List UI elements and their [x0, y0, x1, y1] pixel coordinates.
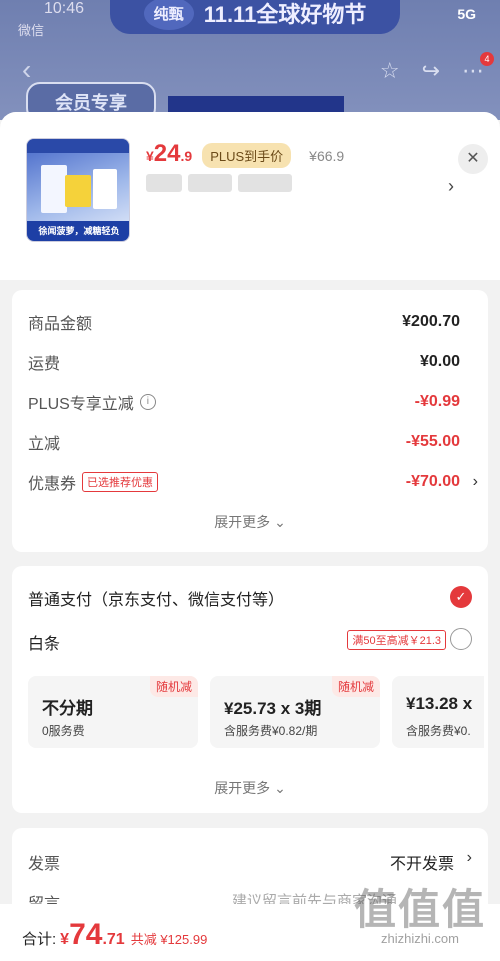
price-row: ¥ 24 .9 PLUS到手价 ¥66.9 [146, 140, 344, 168]
total-integer: 74 [69, 918, 103, 951]
status-network: 5G [457, 6, 476, 22]
product-thumbnail[interactable]: 徐闻菠萝，减糖轻负 [26, 138, 130, 242]
order-sheet: 徐闻菠萝，减糖轻负 ¥ 24 .9 PLUS到手价 ¥66.9 ✕ › 商品金额… [0, 112, 500, 961]
info-icon[interactable]: i [139, 394, 156, 410]
row-label: 运费 [28, 356, 61, 373]
price-currency: ¥ [146, 148, 154, 164]
chevron-right-icon[interactable]: › [448, 176, 454, 197]
product-header: 徐闻菠萝，减糖轻负 ¥ 24 .9 PLUS到手价 ¥66.9 ✕ › [0, 112, 500, 280]
original-price: ¥66.9 [309, 148, 345, 164]
row-value: -¥55.00 [405, 433, 460, 450]
chevron-right-icon[interactable]: › [473, 473, 478, 491]
coupon-tag: 已选推荐优惠 [82, 472, 159, 492]
plan-option[interactable]: ¥13.28 x 含服务费¥0. [392, 676, 484, 748]
amount-card: 商品金额 ¥200.70 运费 ¥0.00 PLUS专享立减 i -¥0.99 … [12, 290, 488, 552]
total-label: 合计: [22, 931, 57, 948]
payment-card: 普通支付（京东支付、微信支付等） ✓ 白条 满50至高减￥21.3 不分期 0服… [12, 566, 488, 813]
invoice-value[interactable]: 不开发票 [390, 850, 454, 874]
brand-logo: 纯甄 [143, 0, 194, 30]
background-page: 纯甄 11.11全球好物节 10:46 微信 5G ‹ 会员专享 ☆ ↪ ⋯ 4 [0, 0, 500, 120]
price-decimal: .9 [180, 148, 193, 164]
row-label: 立减 [28, 436, 61, 453]
row-coupon[interactable]: 优惠券 已选推荐优惠 -¥70.00 › [28, 470, 478, 494]
row-value: ¥0.00 [419, 353, 460, 370]
plus-price-tag: PLUS到手价 [202, 143, 292, 168]
price-integer: 24 [153, 140, 181, 167]
row-value: ¥200.70 [402, 313, 460, 330]
expand-more-button[interactable]: 展开更多 ⌄ [12, 512, 488, 532]
event-banner: 纯甄 11.11全球好物节 [110, 0, 400, 34]
notification-badge: 4 [480, 52, 494, 66]
status-app: 微信 [18, 23, 45, 38]
total-currency: ¥ [60, 931, 70, 948]
row-instant-discount: 立减 -¥55.00 [28, 430, 460, 454]
watermark: 值值值 zhizhizhi.com [354, 876, 486, 946]
close-button[interactable]: ✕ [458, 144, 488, 174]
chevron-down-icon: ⌄ [274, 514, 286, 530]
back-icon[interactable]: ‹ [22, 54, 31, 86]
spec-selector-blurred[interactable] [146, 174, 296, 194]
installment-plans: 不分期 0服务费 随机减 ¥25.73 x 3期 含服务费¥0.82/期 随机减… [28, 676, 484, 748]
row-label: PLUS专享立减 [28, 396, 134, 413]
row-value: -¥0.99 [414, 393, 460, 410]
row-label: 优惠券 [28, 476, 77, 493]
watermark-logo: 值值值 [353, 886, 486, 933]
plan-option[interactable]: ¥25.73 x 3期 含服务费¥0.82/期 随机减 [210, 676, 380, 748]
check-icon[interactable]: ✓ [450, 586, 472, 608]
random-discount-tag: 随机减 [149, 676, 198, 697]
row-shipping: 运费 ¥0.00 [28, 350, 460, 374]
normal-payment-label[interactable]: 普通支付（京东支付、微信支付等） [28, 586, 284, 610]
banner-title: 11.11全球好物节 [203, 2, 367, 27]
baitiao-radio[interactable] [450, 628, 472, 650]
invoice-label: 发票 [28, 856, 61, 873]
baitiao-label[interactable]: 白条 [28, 630, 60, 654]
total-decimal: .71 [102, 931, 125, 948]
row-plus-discount: PLUS专享立减 i -¥0.99 [28, 390, 460, 414]
row-value: -¥70.00 [405, 473, 460, 490]
row-label: 商品金额 [28, 316, 93, 333]
baitiao-promo-tag: 满50至高减￥21.3 [347, 630, 446, 650]
share-icon[interactable]: ↪ [422, 58, 440, 84]
row-goods-amount: 商品金额 ¥200.70 [28, 310, 460, 334]
expand-more-button[interactable]: 展开更多 ⌄ [12, 778, 488, 798]
total-price: 合计: ¥ 74 .71 共减 ¥125.99 [22, 918, 207, 952]
plan-option[interactable]: 不分期 0服务费 随机减 [28, 676, 198, 748]
chevron-right-icon[interactable]: › [467, 849, 472, 867]
status-time: 10:46 [44, 0, 85, 17]
star-icon[interactable]: ☆ [380, 58, 400, 84]
chevron-down-icon: ⌄ [274, 780, 286, 796]
thumbnail-caption: 徐闻菠萝，减糖轻负 [27, 221, 129, 241]
random-discount-tag: 随机减 [331, 676, 380, 697]
top-icons: ☆ ↪ ⋯ [380, 58, 484, 84]
total-saved: 共减 ¥125.99 [130, 932, 208, 947]
